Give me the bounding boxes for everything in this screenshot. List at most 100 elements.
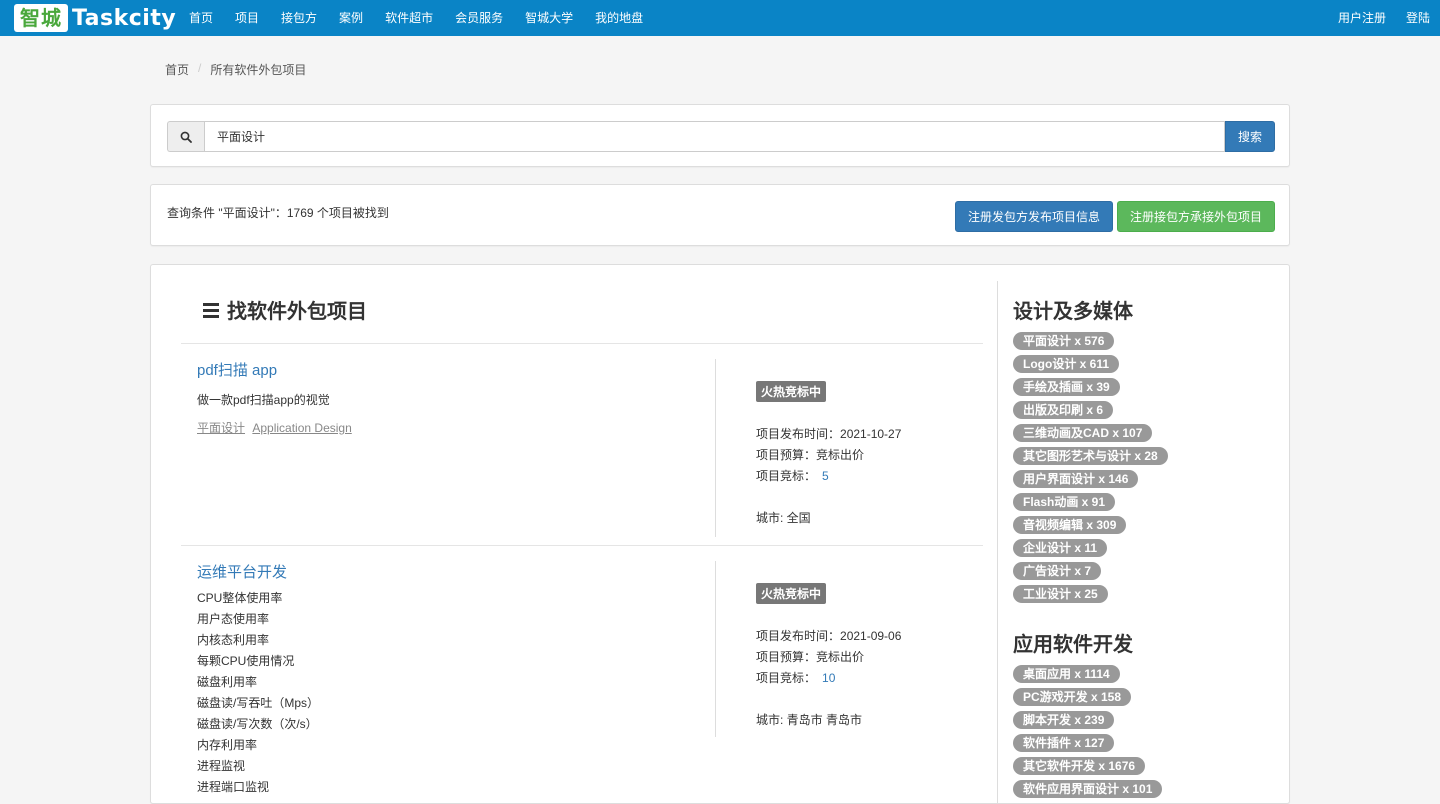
- result-summary: 查询条件 "平面设计"：1769 个项目被找到: [167, 206, 389, 220]
- category-badge[interactable]: Logo设计 x 611: [1013, 355, 1120, 373]
- project-description-line: 用户态使用率: [197, 612, 270, 626]
- date-label: 项目发布时间：: [756, 629, 841, 643]
- category-badge[interactable]: 手绘及插画 x 39: [1013, 378, 1120, 396]
- project-info: pdf扫描 app 做一款pdf扫描app的视觉 平面设计 Applicatio…: [197, 359, 697, 436]
- breadcrumb: 首页 / 所有软件外包项目: [165, 61, 306, 78]
- breadcrumb-home[interactable]: 首页: [165, 61, 189, 78]
- search-button[interactable]: 搜索: [1225, 121, 1275, 152]
- vertical-divider: [715, 561, 716, 737]
- register-publisher-button[interactable]: 注册发包方发布项目信息: [955, 201, 1113, 232]
- nav-item-home[interactable]: 首页: [178, 0, 224, 36]
- main-menu: 首页 项目 接包方 案例 软件超市 会员服务 智城大学 我的地盘: [178, 0, 654, 36]
- nav-item-membership[interactable]: 会员服务: [444, 0, 514, 36]
- date-label: 项目发布时间：: [756, 427, 841, 441]
- category-badge[interactable]: 音视频编辑 x 309: [1013, 516, 1127, 534]
- page-title-text: 找软件外包项目: [227, 301, 367, 323]
- register-link[interactable]: 用户注册: [1328, 0, 1396, 36]
- category-sidebar: 设计及多媒体 平面设计 x 576 Logo设计 x 611 手绘及插画 x 3…: [1013, 295, 1273, 803]
- city-label: 城市:: [756, 511, 787, 525]
- city-value: 青岛市 青岛市: [786, 713, 863, 727]
- project-description-line: 进程监视: [197, 759, 246, 773]
- project-date: 项目发布时间：2021-10-27: [756, 424, 976, 445]
- date-value: 2021-09-06: [840, 629, 902, 643]
- page-title: 找软件外包项目: [203, 295, 367, 324]
- project-meta: 火热竞标中 项目发布时间：2021-10-27 项目预算：竞标出价 项目竞标： 5…: [756, 359, 976, 529]
- nav-item-projects[interactable]: 项目: [224, 0, 270, 36]
- project-info: 运维平台开发 CPU整体使用率 用户态使用率 内核态利用率 每颗CPU使用情况 …: [197, 561, 697, 798]
- nav-item-cases[interactable]: 案例: [328, 0, 374, 36]
- project-title-link[interactable]: pdf扫描 app: [197, 359, 697, 380]
- project-description: 做一款pdf扫描app的视觉: [197, 390, 697, 411]
- logo-badge: 智城: [14, 4, 68, 32]
- category-section: 应用软件开发 桌面应用 x 1114 PC游戏开发 x 158 脚本开发 x 2…: [1013, 628, 1273, 803]
- category-badge[interactable]: 工业设计 x 25: [1013, 585, 1108, 603]
- project-budget: 项目预算：竞标出价: [756, 445, 976, 466]
- city-value: 全国: [786, 511, 811, 525]
- project-description-line: CPU整体使用率: [197, 591, 283, 605]
- category-badge[interactable]: 脚本开发 x 239: [1013, 711, 1115, 729]
- category-badge[interactable]: Flash动画 x 91: [1013, 493, 1116, 511]
- divider: [181, 545, 983, 546]
- project-item: pdf扫描 app 做一款pdf扫描app的视觉 平面设计 Applicatio…: [181, 359, 983, 549]
- category-badge[interactable]: 平面设计 x 576: [1013, 332, 1115, 350]
- category-badge[interactable]: 桌面应用 x 1114: [1013, 665, 1120, 683]
- project-description-line: 内核态利用率: [197, 633, 270, 647]
- category-section-title: 设计及多媒体: [1013, 301, 1133, 323]
- project-bids: 项目竞标： 10: [756, 668, 976, 689]
- budget-value: 竞标出价: [816, 650, 865, 664]
- site-logo[interactable]: 智城 Taskcity: [14, 3, 176, 33]
- category-badge[interactable]: 其它图形艺术与设计 x 28: [1013, 447, 1168, 465]
- search-icon: [167, 121, 204, 152]
- category-list: 桌面应用 x 1114 PC游戏开发 x 158 脚本开发 x 239 软件插件…: [1013, 665, 1273, 803]
- project-date: 项目发布时间：2021-09-06: [756, 626, 976, 647]
- nav-item-contractors[interactable]: 接包方: [270, 0, 328, 36]
- project-bids: 项目竞标： 5: [756, 466, 976, 487]
- project-description-line: 进程端口监视: [197, 780, 270, 794]
- project-tag[interactable]: 平面设计: [197, 421, 245, 435]
- date-value: 2021-10-27: [840, 427, 902, 441]
- category-badge[interactable]: 广告设计 x 7: [1013, 562, 1102, 580]
- project-budget: 项目预算：竞标出价: [756, 647, 976, 668]
- divider: [181, 343, 983, 344]
- nav-item-my-area[interactable]: 我的地盘: [584, 0, 654, 36]
- category-badge[interactable]: 软件应用界面设计 x 101: [1013, 780, 1163, 798]
- project-tag[interactable]: Application Design: [252, 421, 351, 435]
- list-icon: [203, 302, 219, 318]
- budget-label: 项目预算：: [756, 650, 817, 664]
- category-badge[interactable]: PC游戏开发 x 158: [1013, 688, 1132, 706]
- category-list: 平面设计 x 576 Logo设计 x 611 手绘及插画 x 39 出版及印刷…: [1013, 332, 1273, 608]
- category-badge[interactable]: 用户界面设计 x 146: [1013, 470, 1139, 488]
- project-description-line: 做一款pdf扫描app的视觉: [197, 393, 330, 407]
- bids-label: 项目竞标：: [756, 469, 817, 483]
- category-badge[interactable]: 其它软件开发 x 1676: [1013, 757, 1146, 775]
- project-tags: 平面设计 Application Design: [197, 419, 697, 436]
- project-item: 运维平台开发 CPU整体使用率 用户态使用率 内核态利用率 每颗CPU使用情况 …: [181, 561, 983, 803]
- bids-label: 项目竞标：: [756, 671, 817, 685]
- vertical-divider: [715, 359, 716, 537]
- logo-text: Taskcity: [72, 5, 177, 31]
- nav-item-university[interactable]: 智城大学: [514, 0, 584, 36]
- project-title-link[interactable]: 运维平台开发: [197, 561, 697, 582]
- project-description-line: 磁盘读/写吞吐（Mps）: [197, 696, 320, 710]
- search-input[interactable]: [204, 121, 1225, 152]
- bids-count-link[interactable]: 10: [822, 671, 835, 685]
- project-city: 城市: 全国: [756, 508, 976, 529]
- category-section: 设计及多媒体 平面设计 x 576 Logo设计 x 611 手绘及插画 x 3…: [1013, 295, 1273, 608]
- login-link[interactable]: 登陆: [1396, 0, 1440, 36]
- bids-count-link[interactable]: 5: [822, 469, 829, 483]
- category-badge[interactable]: 出版及印刷 x 6: [1013, 401, 1114, 419]
- status-badge: 火热竞标中: [756, 381, 827, 402]
- top-navbar: 智城 Taskcity 首页 项目 接包方 案例 软件超市 会员服务 智城大学 …: [0, 0, 1440, 36]
- city-label: 城市:: [756, 713, 787, 727]
- nav-item-software-market[interactable]: 软件超市: [374, 0, 444, 36]
- budget-value: 竞标出价: [816, 448, 865, 462]
- project-description-line: 磁盘读/写次数（次/s）: [197, 717, 318, 731]
- project-description-line: 每颗CPU使用情况: [197, 654, 295, 668]
- budget-label: 项目预算：: [756, 448, 817, 462]
- category-badge[interactable]: 软件插件 x 127: [1013, 734, 1115, 752]
- status-badge: 火热竞标中: [756, 583, 827, 604]
- search-panel: 搜索: [150, 104, 1290, 167]
- register-contractor-button[interactable]: 注册接包方承接外包项目: [1117, 201, 1275, 232]
- category-badge[interactable]: 企业设计 x 11: [1013, 539, 1108, 557]
- category-badge[interactable]: 三维动画及CAD x 107: [1013, 424, 1153, 442]
